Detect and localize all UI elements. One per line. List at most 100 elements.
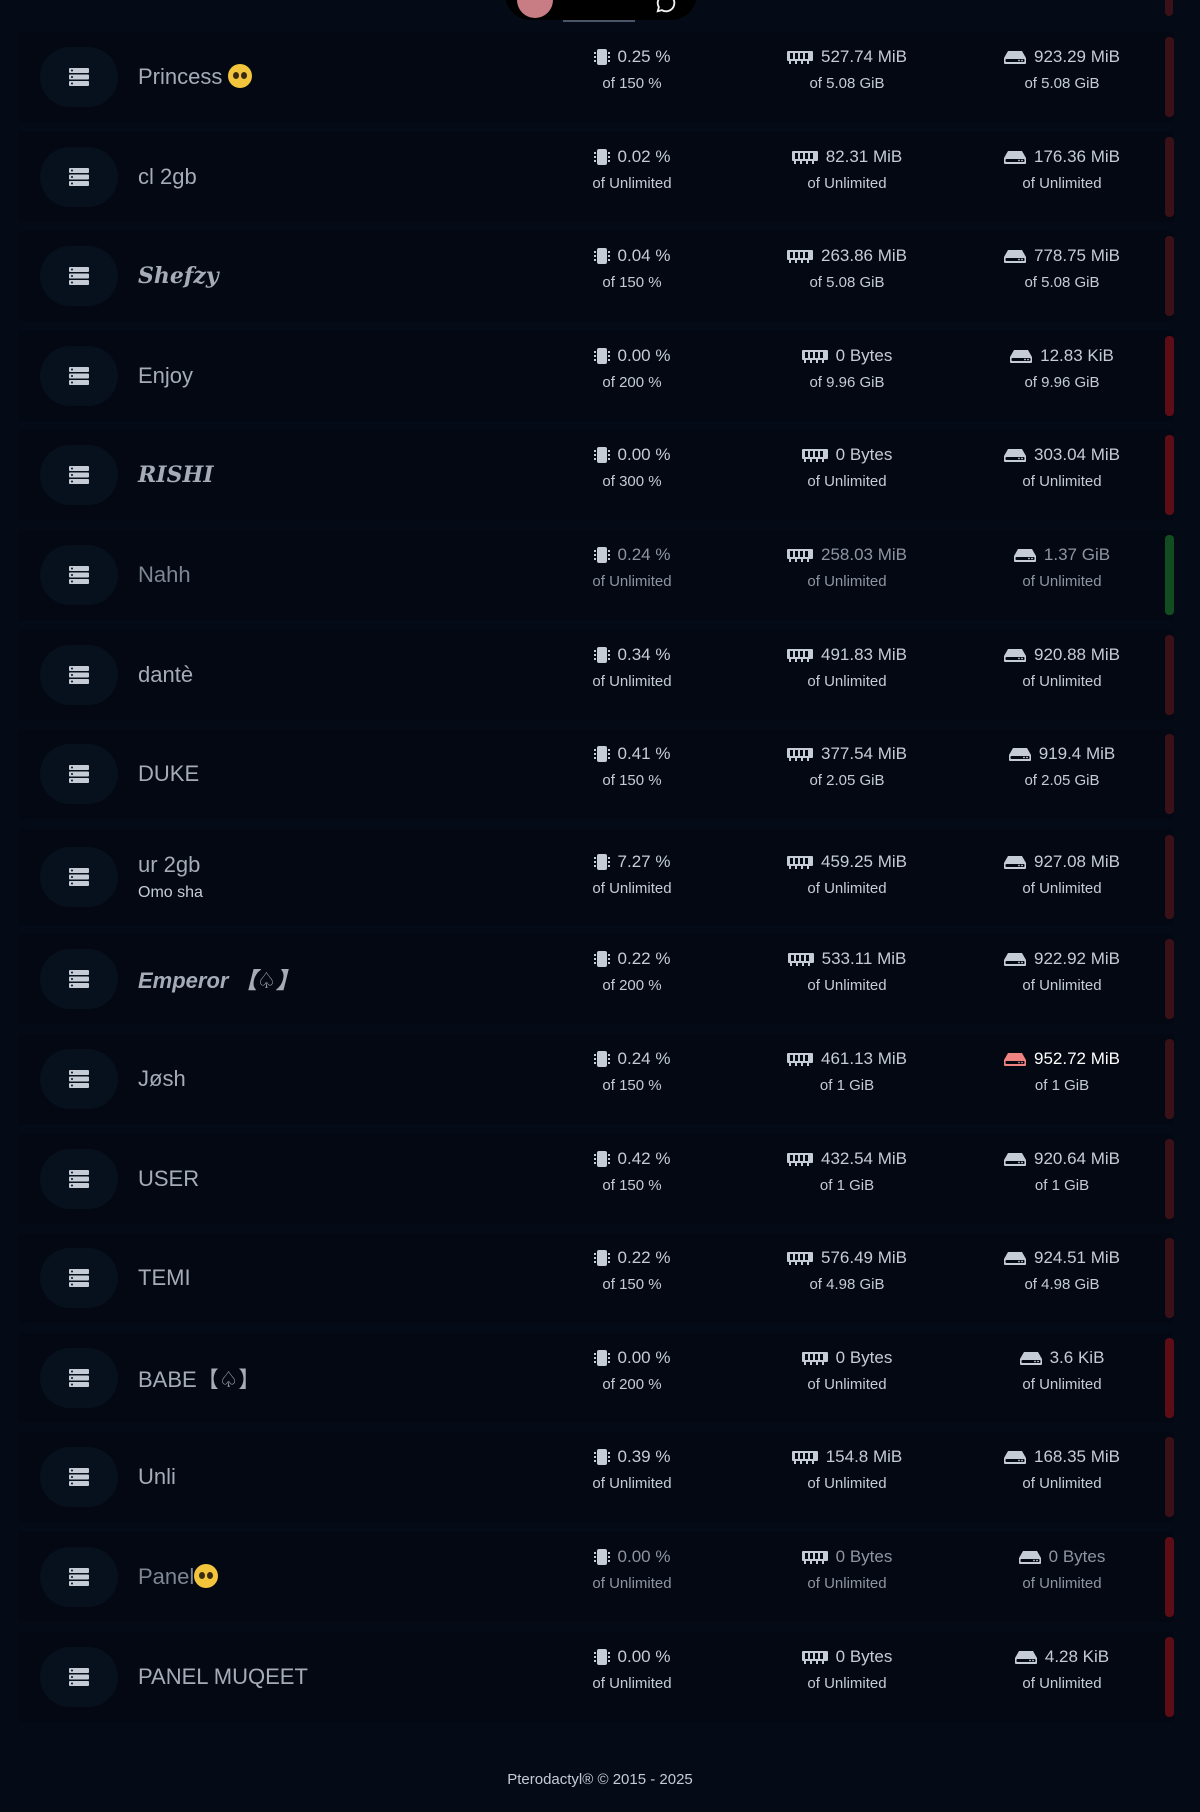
cpu-limit: of 150 % <box>602 274 662 292</box>
server-name[interactable]: Unli <box>138 1464 176 1490</box>
server-name[interactable]: Enjoy <box>138 363 193 389</box>
memory-icon <box>787 648 813 662</box>
server-name[interactable]: Shefzy <box>138 263 219 289</box>
server-row[interactable]: USER 0.42 % of 150 % 432.54 MiB of 1 GiB… <box>18 1133 1174 1224</box>
disk-usage: 303.04 MiB <box>1034 445 1120 465</box>
cpu-limit: of Unlimited <box>592 1574 672 1592</box>
cpu-icon <box>593 1250 610 1267</box>
disk-limit: of 4.98 GiB <box>1024 1276 1100 1294</box>
disk-stat: 4.28 KiB of Unlimited <box>962 1647 1162 1692</box>
server-name[interactable]: BABE【♤】 <box>138 1362 260 1394</box>
server-icon <box>40 744 118 805</box>
server-icon <box>40 644 118 705</box>
server-row[interactable]: PANEL MUQEET 0.00 % of Unlimited 0 Bytes… <box>18 1631 1174 1722</box>
disk-limit: of Unlimited <box>1022 977 1102 995</box>
server-row[interactable]: DUKE 0.41 % of 150 % 377.54 MiB of 2.05 … <box>18 729 1174 820</box>
server-name-block: RISHI <box>138 430 214 520</box>
server-icon <box>40 1347 118 1408</box>
disk-icon <box>1004 855 1026 869</box>
server-name-block: Unli <box>138 1432 176 1522</box>
cpu-usage: 0.02 % <box>617 146 671 166</box>
server-row[interactable]: cl 2gb 0.02 % of Unlimited 82.31 MiB of … <box>18 131 1174 222</box>
server-row[interactable]: ur 2gb Omo sha 7.27 % of Unlimited 459.2… <box>18 828 1174 925</box>
status-indicator <box>1165 435 1174 516</box>
server-row[interactable]: RISHI 0.00 % of 300 % 0 Bytes of Unlimit… <box>18 430 1174 521</box>
server-row[interactable]: Panel 0.00 % of Unlimited 0 Bytes of Unl… <box>18 1531 1174 1622</box>
cpu-stat: 0.34 % of Unlimited <box>532 645 732 690</box>
server-name[interactable]: Nahh <box>138 562 191 588</box>
cpu-usage: 0.41 % <box>617 744 671 764</box>
cpu-limit: of 200 % <box>602 977 662 995</box>
server-icon <box>40 246 118 307</box>
status-indicator <box>1165 37 1174 117</box>
disk-limit: of Unlimited <box>1022 473 1102 491</box>
server-name-block: Enjoy <box>138 331 193 421</box>
server-name[interactable]: Princess <box>138 64 253 90</box>
server-name-text: Princess <box>138 64 229 89</box>
cpu-limit: of 150 % <box>602 75 662 92</box>
cpu-usage: 0.00 % <box>617 1546 671 1566</box>
disk-usage: 927.08 MiB <box>1034 851 1120 871</box>
status-indicator <box>1165 1337 1174 1418</box>
server-name[interactable]: Panel <box>138 1563 219 1590</box>
server-icon <box>40 1248 118 1309</box>
server-name[interactable]: Jøsh <box>138 1066 186 1092</box>
memory-limit: of Unlimited <box>807 1375 887 1393</box>
disk-limit: of 5.08 GiB <box>1024 75 1100 92</box>
memory-limit: of Unlimited <box>807 174 887 192</box>
server-row[interactable]: BABE【♤】 0.00 % of 200 % 0 Bytes of Unlim… <box>18 1332 1174 1423</box>
memory-icon <box>801 349 828 363</box>
disk-limit: of Unlimited <box>1022 1674 1102 1692</box>
server-name[interactable]: cl 2gb <box>138 164 197 190</box>
cpu-stat: 0.24 % of 150 % <box>532 1049 732 1094</box>
memory-stat: 491.83 MiB of Unlimited <box>747 645 947 690</box>
server-icon <box>40 1546 118 1607</box>
emoji-icon <box>228 64 253 88</box>
server-row[interactable]: Princess 0.25 % of 150 % 527.74 MiB of 5… <box>18 32 1174 122</box>
cpu-limit: of 150 % <box>602 1176 662 1194</box>
memory-limit: of 5.08 GiB <box>809 274 885 292</box>
memory-usage: 527.74 MiB <box>821 47 907 66</box>
cpu-icon <box>593 248 610 265</box>
server-name[interactable]: ur 2gb <box>138 852 203 878</box>
server-name[interactable]: PANEL MUQEET <box>138 1664 308 1690</box>
server-row[interactable]: Unli 0.39 % of Unlimited 154.8 MiB of Un… <box>18 1432 1174 1523</box>
disk-icon <box>1004 648 1026 662</box>
server-row[interactable]: Emperor 【♤】 0.22 % of 200 % 533.11 MiB o… <box>18 934 1174 1025</box>
cpu-icon <box>593 1150 610 1167</box>
server-name[interactable]: TEMI <box>138 1265 191 1291</box>
server-name[interactable]: dantè <box>138 662 193 688</box>
memory-stat: 432.54 MiB of 1 GiB <box>747 1149 947 1194</box>
cpu-limit: of 200 % <box>602 373 662 391</box>
server-name[interactable]: DUKE <box>138 761 199 787</box>
server-row[interactable]: Shefzy 0.04 % of 150 % 263.86 MiB of 5.0… <box>18 231 1174 322</box>
server-row[interactable]: dantè 0.34 % of Unlimited 491.83 MiB of … <box>18 629 1174 720</box>
cpu-usage: 0.04 % <box>617 246 671 266</box>
memory-usage: 82.31 MiB <box>825 146 903 166</box>
disk-limit: of Unlimited <box>1022 879 1102 897</box>
disk-limit: of Unlimited <box>1022 1574 1102 1592</box>
cpu-limit: of 150 % <box>602 1076 662 1094</box>
cpu-icon <box>593 746 610 763</box>
memory-usage: 0 Bytes <box>835 1646 893 1666</box>
server-name[interactable]: Emperor 【♤】 <box>138 963 298 995</box>
server-name[interactable]: USER <box>138 1166 199 1192</box>
disk-icon <box>1004 250 1026 264</box>
server-row[interactable]: Enjoy 0.00 % of 200 % 0 Bytes of 9.96 Gi… <box>18 330 1174 421</box>
server-name-block: USER <box>138 1134 199 1224</box>
server-row[interactable]: TEMI 0.22 % of 150 % 576.49 MiB of 4.98 … <box>18 1233 1174 1324</box>
memory-stat: 154.8 MiB of Unlimited <box>747 1447 947 1492</box>
cpu-limit: of 300 % <box>602 473 662 491</box>
memory-icon <box>787 1152 813 1166</box>
server-name[interactable]: RISHI <box>138 462 214 488</box>
server-row[interactable]: Jøsh 0.24 % of 150 % 461.13 MiB of 1 GiB… <box>18 1033 1174 1124</box>
disk-icon <box>1004 150 1026 164</box>
memory-limit: of 2.05 GiB <box>809 772 885 790</box>
server-row[interactable]: Nahh 0.24 % of Unlimited 258.03 MiB of U… <box>18 529 1174 620</box>
memory-usage: 491.83 MiB <box>821 644 907 664</box>
avatar[interactable] <box>517 0 553 18</box>
disk-limit: of 5.08 GiB <box>1024 274 1100 292</box>
chat-icon[interactable] <box>655 0 677 14</box>
status-indicator <box>1165 1138 1174 1219</box>
status-indicator <box>1165 1437 1174 1518</box>
